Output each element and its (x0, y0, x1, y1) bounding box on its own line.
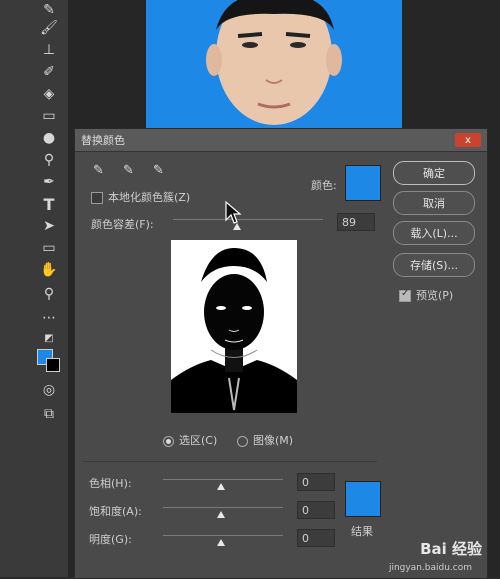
rectangle-icon[interactable]: ▭ (38, 238, 60, 258)
selection-preview (171, 240, 297, 413)
load-button[interactable]: 载入(L)... (393, 221, 475, 245)
saturation-slider-thumb[interactable] (217, 511, 225, 518)
portrait-image (146, 0, 402, 128)
close-button[interactable]: x (455, 133, 481, 147)
fuzziness-slider-track[interactable] (173, 219, 323, 220)
background-color-swatch[interactable] (46, 358, 60, 372)
history-brush-icon[interactable]: ✐ (38, 62, 60, 82)
mouse-cursor-icon (225, 200, 242, 224)
eraser-icon[interactable]: ◈ (38, 84, 60, 104)
lightness-slider-track[interactable] (163, 535, 283, 536)
image-radio-option[interactable]: 图像(M) (237, 432, 293, 448)
brush-icon[interactable]: ✎ (38, 0, 60, 20)
zoom-icon[interactable]: ⚲ (38, 284, 60, 304)
lightness-label: 明度(G): (89, 533, 132, 546)
mask-preview-image (171, 240, 297, 413)
tools-panel: ✎ 🖌 ⊥ ✐ ◈ ▭ ● ⚲ ✒ T ➤ ▭ ✋ ⚲ ⋯ ◩ ◎ ⧉ (0, 0, 69, 577)
brush-icon[interactable]: 🖌 (38, 18, 60, 38)
ok-button[interactable]: 确定 (393, 161, 475, 185)
color-label: 颜色: (311, 179, 337, 192)
type-icon[interactable]: T (38, 194, 60, 214)
preview-option[interactable]: 预览(P) (399, 287, 453, 303)
localized-clusters-option[interactable]: 本地化颜色簇(Z) (91, 189, 190, 205)
selected-color-swatch[interactable] (345, 165, 381, 201)
preview-label: 预览(P) (416, 289, 454, 302)
fuzziness-label: 颜色容差(F): (91, 218, 154, 231)
screen-mode-icon[interactable]: ⧉ (38, 404, 60, 424)
fuzziness-input[interactable]: 89 (337, 213, 375, 231)
eyedropper-subtract-icon[interactable]: ✎ (153, 163, 164, 178)
hand-icon[interactable]: ✋ (38, 260, 60, 280)
dodge-icon[interactable]: ⚲ (38, 150, 60, 170)
cancel-button[interactable]: 取消 (393, 191, 475, 215)
gradient-icon[interactable]: ▭ (38, 106, 60, 126)
save-button[interactable]: 存储(S)... (393, 253, 475, 277)
path-select-icon[interactable]: ➤ (38, 216, 60, 236)
lightness-slider-thumb[interactable] (217, 539, 225, 546)
eyedropper-add-icon[interactable]: ✎ (123, 163, 134, 178)
hue-input[interactable]: 0 (297, 473, 335, 491)
eyedropper-icon[interactable]: ✎ (93, 163, 104, 178)
preview-checkbox[interactable] (399, 288, 411, 302)
more-icon[interactable]: ⋯ (38, 308, 60, 328)
document-photo (146, 0, 402, 128)
selection-radio-option[interactable]: 选区(C) (163, 432, 217, 448)
quick-mask-icon[interactable]: ◎ (38, 380, 60, 400)
dialog-title: 替换颜色 (81, 134, 125, 147)
saturation-label: 饱和度(A): (89, 505, 142, 518)
localized-clusters-label: 本地化颜色簇(Z) (108, 191, 191, 204)
blur-icon[interactable]: ● (38, 128, 60, 148)
selection-radio-label: 选区(C) (179, 434, 218, 447)
hue-slider-track[interactable] (163, 479, 283, 480)
result-label: 结果 (351, 525, 373, 538)
localized-clusters-checkbox[interactable] (91, 192, 103, 204)
image-radio[interactable] (237, 435, 248, 447)
saturation-input[interactable]: 0 (297, 501, 335, 519)
stamp-icon[interactable]: ⊥ (38, 40, 60, 60)
baidu-watermark: Bai 经验 (420, 540, 482, 558)
dialog-titlebar[interactable]: 替换颜色 x (75, 129, 487, 152)
pen-icon[interactable]: ✒ (38, 172, 60, 192)
swap-colors-icon[interactable]: ◩ (38, 328, 60, 348)
lightness-input[interactable]: 0 (297, 529, 335, 547)
replace-color-dialog: 替换颜色 x ✎ ✎ ✎ 本地化颜色簇(Z) 颜色: 颜色容差(F): 89 选… (74, 128, 488, 579)
baidu-watermark-url: jingyan.baidu.com (388, 563, 472, 573)
section-divider (83, 461, 377, 462)
image-radio-label: 图像(M) (253, 434, 294, 447)
selection-radio[interactable] (163, 435, 174, 447)
hue-label: 色相(H): (89, 477, 132, 490)
hue-slider-thumb[interactable] (217, 483, 225, 490)
saturation-slider-track[interactable] (163, 507, 283, 508)
result-color-swatch[interactable] (345, 481, 381, 517)
